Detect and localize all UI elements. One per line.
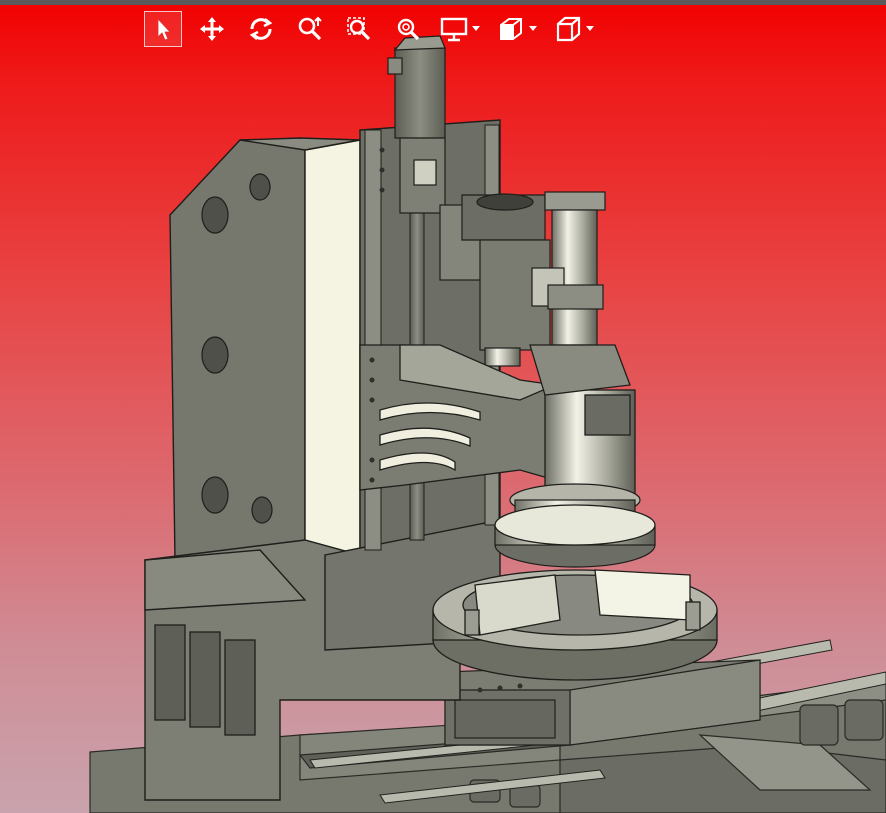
cube-icon: [556, 16, 581, 42]
pan-tool-button[interactable]: [193, 11, 231, 47]
move-arrows-icon: [200, 17, 224, 41]
chevron-down-icon: [472, 26, 480, 31]
view-orientation-dropdown[interactable]: [552, 11, 598, 47]
section-view-dropdown[interactable]: [495, 11, 541, 47]
3d-viewport[interactable]: [0, 0, 886, 813]
column-windows: [154, 624, 256, 736]
chevron-down-icon: [529, 26, 537, 31]
monitor-icon: [440, 17, 468, 42]
zoom-fit-icon: [397, 18, 420, 41]
select-tool-button[interactable]: [144, 11, 182, 47]
section-cube-icon: [500, 18, 522, 40]
zoom-icon: [298, 16, 322, 41]
rotate-icon: [249, 18, 273, 40]
display-mode-dropdown[interactable]: [438, 11, 484, 47]
zoom-fit-tool-button[interactable]: [389, 11, 427, 47]
rotary-gear: [494, 483, 656, 568]
zoom-window-tool-button[interactable]: [340, 11, 378, 47]
zoom-window-icon: [347, 17, 371, 41]
cursor-arrow-icon: [157, 17, 171, 41]
rotate-tool-button[interactable]: [242, 11, 280, 47]
chevron-down-icon: [586, 26, 594, 31]
zoom-tool-button[interactable]: [291, 11, 329, 47]
rotary-table: [432, 569, 718, 681]
machine-model[interactable]: [0, 0, 886, 813]
view-toolbar: [144, 10, 609, 48]
